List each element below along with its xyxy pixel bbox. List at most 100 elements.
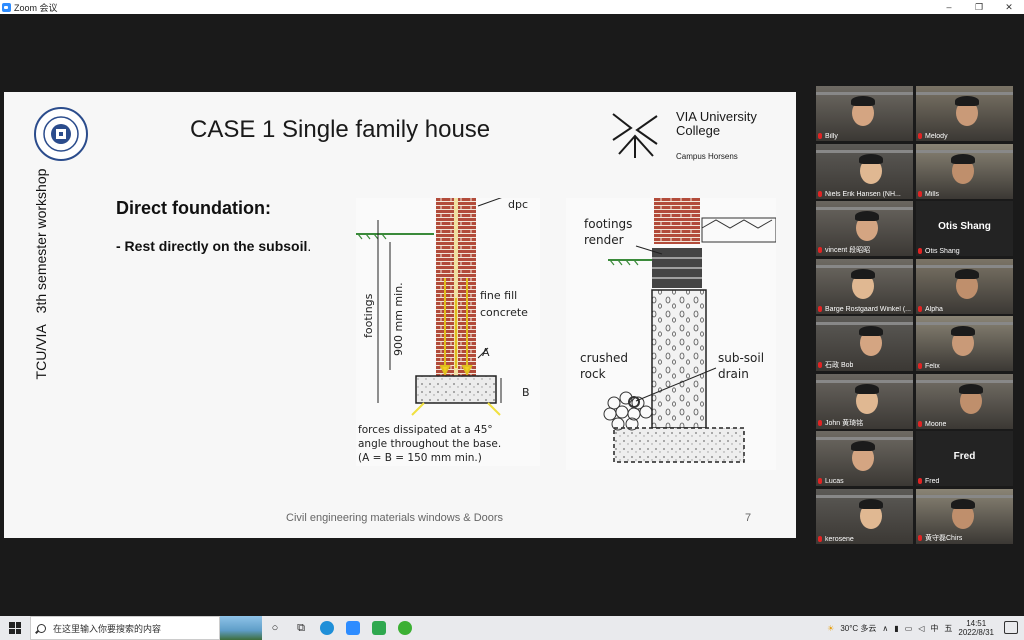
muted-mic-icon [818,535,822,542]
concrete-label: concrete [480,306,528,319]
participant-name: Barge Rostgaard Winkel (... [818,305,911,313]
background-furniture [916,322,1013,325]
dimension-a-label: A [482,346,490,359]
weather-icon[interactable]: ☀ [827,624,834,633]
mic-tray-icon[interactable]: ▮ [894,624,898,633]
participant-tile[interactable]: Melody [916,86,1013,141]
participant-name: Melody [918,133,948,140]
participant-tile[interactable]: Barge Rostgaard Winkel (... [816,258,913,314]
render-label: render [584,233,624,247]
participant-tile[interactable]: kerosene [816,488,913,544]
participant-name: Alpha [918,305,943,313]
volume-icon[interactable]: ◁ [918,624,924,633]
caption-line-2: angle throughout the base. [358,438,501,450]
fine-fill-label: fine fill [480,289,517,302]
muted-mic-icon [818,419,822,426]
participant-name-text: Billy [825,133,838,140]
participant-tile[interactable]: 黄守磊Chirs [916,488,1013,544]
participant-tile[interactable]: Moone [916,373,1013,429]
restore-button[interactable]: ❐ [964,0,994,14]
taskbar-clock[interactable]: 14:51 2022/8/31 [958,619,994,637]
muted-mic-icon [918,248,922,254]
dpc-label: dpc [508,198,528,211]
participant-name: Billy [818,133,838,140]
footings-label-2: footings [584,217,632,231]
edge-icon[interactable] [314,616,340,640]
muted-mic-icon [918,190,922,197]
participant-name: 石政 Bob [818,360,853,370]
participant-hair [955,268,979,279]
participant-tile[interactable]: Alpha [916,258,1013,314]
participant-display-name: Fred [953,451,976,462]
background-furniture [916,379,1013,383]
participant-name: Fred [918,478,939,485]
background-furniture [816,437,913,440]
participant-name-text: Lucas [825,478,844,485]
footings-label: footings [362,293,375,338]
search-highlight-image[interactable] [220,616,262,640]
notification-center-icon[interactable] [1004,621,1018,634]
minimize-button[interactable]: – [934,0,964,14]
participant-hair [951,498,975,509]
background-furniture [816,207,913,210]
drain-label: drain [718,367,749,381]
participant-name-text: Moone [925,420,947,428]
via-logo-text: VIA University College [676,110,786,138]
clock-date: 2022/8/31 [958,628,994,637]
via-campus: Campus Horsens [676,152,738,161]
muted-mic-icon [918,363,922,369]
participant-name-text: John 黄琦铭 [825,419,864,427]
ime-indicator[interactable]: 中 [930,623,938,634]
wechat-icon[interactable] [392,616,418,640]
foundation-diagram-1: dpc footings 900 mm min. fine fill concr… [356,195,540,466]
participant-name-text: Alpha [925,305,943,313]
ime-mode[interactable]: 五 [944,623,952,634]
participant-name-text: vincent 段昭昭 [825,247,871,254]
zoom-app-icon[interactable] [340,616,366,640]
start-button[interactable] [0,616,30,640]
participant-hair [855,211,879,221]
participant-name-text: Niels Erik Hansen (NH... [825,190,901,198]
spreadsheet-app-icon[interactable] [366,616,392,640]
subsoil-label: sub-soil [718,351,764,365]
participant-tile[interactable]: Otis Shang Otis Shang [916,201,1013,256]
cortana-icon[interactable]: ○ [262,616,288,640]
participant-tile[interactable]: 石政 Bob [816,316,913,371]
participant-tile[interactable]: vincent 段昭昭 [816,201,913,256]
dimension-label: 900 mm min. [392,282,405,356]
participant-hair [959,383,983,394]
via-logo-line1: VIA University [676,109,757,124]
weather-text[interactable]: 30°C 多云 [840,623,876,634]
participant-tile[interactable]: John 黄琦铭 [816,373,913,429]
participant-tile[interactable]: Fred Fred [916,431,1013,486]
participant-name-text: kerosene [825,535,854,543]
participant-tile[interactable]: Mills [916,143,1013,199]
university-seal-icon [34,107,88,161]
participant-name-text: Melody [925,133,948,140]
participant-hair [851,268,875,279]
background-furniture [916,149,1013,153]
via-logo-icon [612,113,658,158]
participant-tile[interactable]: Niels Erik Hansen (NH... [816,143,913,199]
rock-label: rock [580,367,606,381]
windows-logo-icon [9,622,21,634]
clock-time: 14:51 [966,619,987,628]
background-furniture [916,264,1013,268]
participant-tile[interactable]: Billy [816,86,913,141]
participant-hair [955,96,979,106]
task-view-icon[interactable]: ⧉ [288,616,314,640]
vertical-side-text: TCU/VIA 3th semester workshop [33,168,49,380]
windows-taskbar: 在这里输入你要搜索的内容 ○ ⧉ ☀ 30°C 多云 ∧ ▮ ▭ ◁ 中 五 1… [0,616,1024,640]
participant-tile[interactable]: Lucas [816,431,913,486]
caption-line-1: forces dissipated at a 45° [358,424,493,436]
muted-mic-icon [918,534,922,541]
close-button[interactable]: ✕ [994,0,1024,14]
network-icon[interactable]: ▭ [905,624,913,633]
taskbar-search[interactable]: 在这里输入你要搜索的内容 [30,616,220,640]
background-furniture [916,494,1013,498]
tray-expand-icon[interactable]: ∧ [882,624,888,633]
participant-tile[interactable]: Felix [916,316,1013,371]
caption-line-3: (A = B = 150 mm min.) [358,452,482,464]
participant-display-name: Otis Shang [938,221,991,232]
participant-hair [859,153,883,164]
